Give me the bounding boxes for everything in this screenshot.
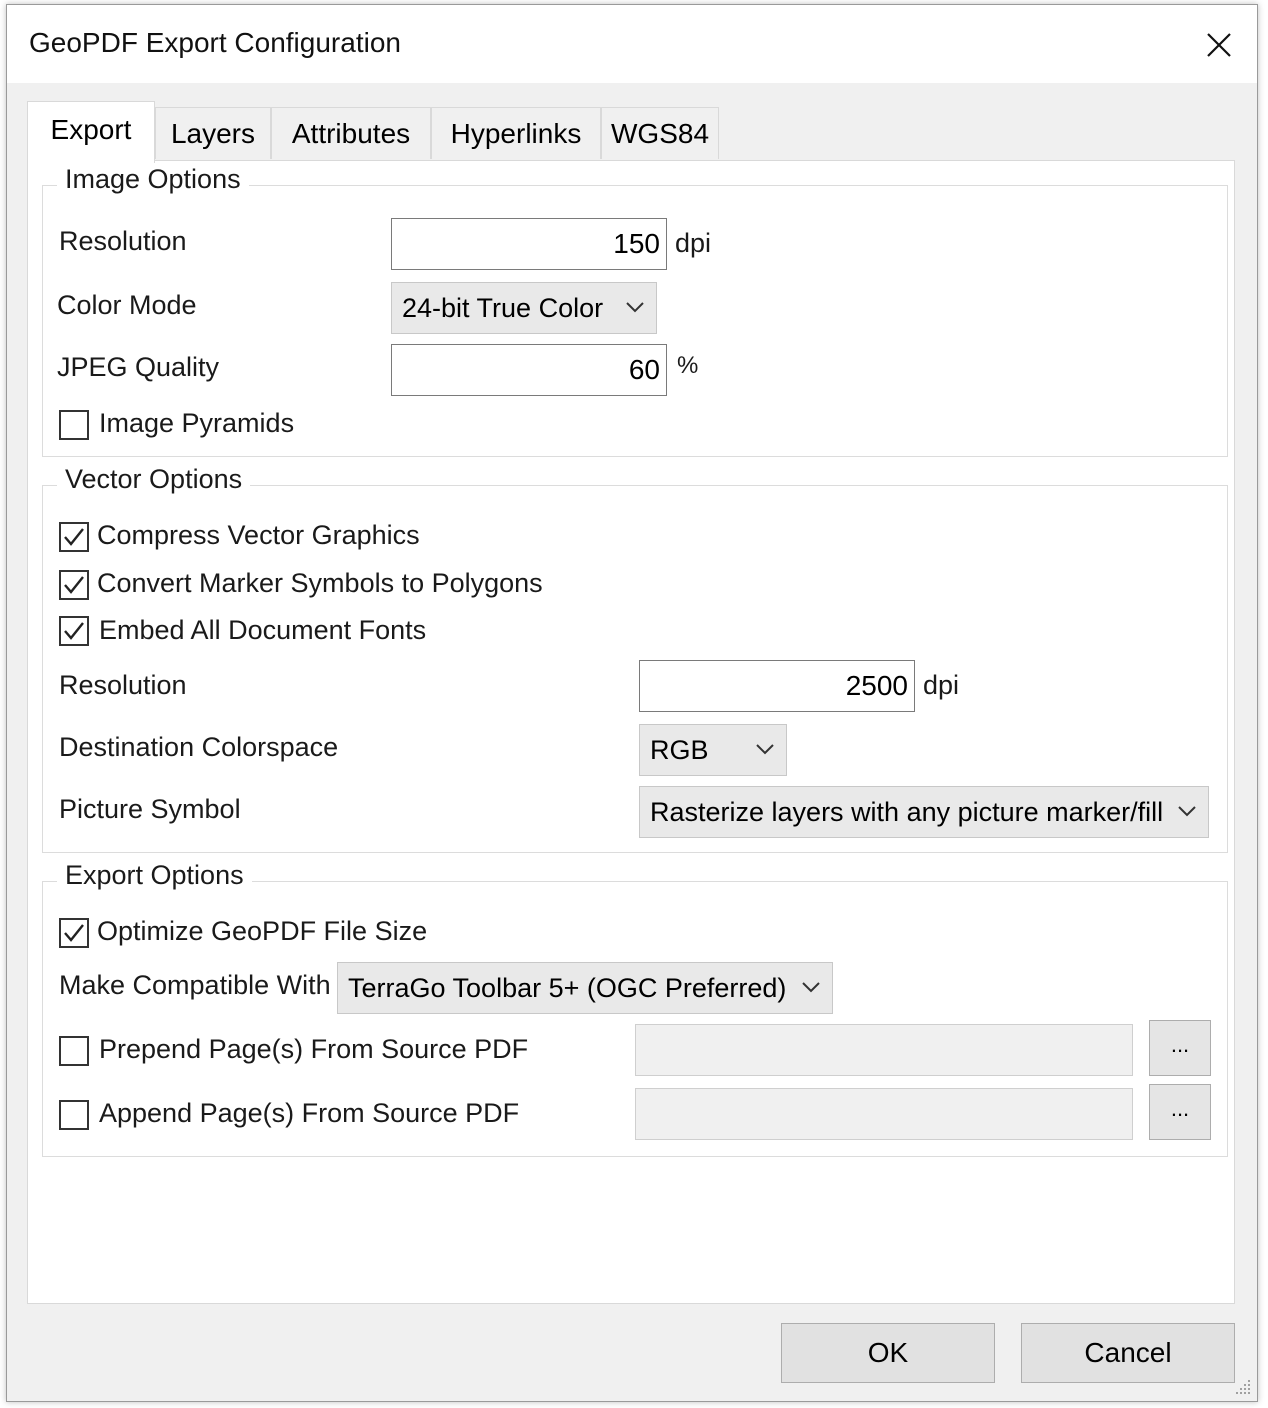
append-pages-label: Append Page(s) From Source PDF — [99, 1098, 520, 1128]
cancel-button[interactable]: Cancel — [1021, 1323, 1235, 1383]
tab-bar: Export Layers Attributes Hyperlinks WGS8… — [27, 101, 1237, 163]
make-compatible-label: Make Compatible With — [59, 970, 331, 1000]
convert-markers-checkbox[interactable] — [59, 570, 89, 600]
picture-symbol-value: Rasterize layers with any picture marker… — [650, 797, 1164, 827]
tab-wgs84[interactable]: WGS84 — [601, 107, 719, 159]
compress-vector-label: Compress Vector Graphics — [97, 520, 420, 550]
prepend-pages-label: Prepend Page(s) From Source PDF — [99, 1034, 529, 1064]
convert-markers-label: Convert Marker Symbols to Polygons — [97, 568, 543, 598]
color-mode-select[interactable]: 24-bit True Color — [391, 282, 657, 334]
make-compatible-value: TerraGo Toolbar 5+ (OGC Preferred) — [348, 973, 787, 1003]
color-mode-value: 24-bit True Color — [402, 293, 604, 323]
colorspace-label: Destination Colorspace — [59, 732, 339, 762]
tab-export[interactable]: Export — [27, 101, 155, 163]
image-options-legend: Image Options — [57, 164, 249, 195]
chevron-down-icon — [802, 982, 820, 993]
window-title: GeoPDF Export Configuration — [29, 27, 401, 58]
image-resolution-input[interactable]: 150 — [391, 218, 667, 270]
chevron-down-icon — [626, 302, 644, 313]
vector-options-legend: Vector Options — [57, 464, 251, 495]
checkmark-icon — [64, 622, 84, 640]
optimize-filesize-checkbox[interactable] — [59, 918, 89, 948]
embed-fonts-checkbox[interactable] — [59, 616, 89, 646]
picture-symbol-select[interactable]: Rasterize layers with any picture marker… — [639, 786, 1209, 838]
checkmark-icon — [64, 528, 84, 546]
export-options-legend: Export Options — [57, 860, 252, 891]
title-bar: GeoPDF Export Configuration — [7, 5, 1257, 83]
colorspace-select[interactable]: RGB — [639, 724, 787, 776]
image-resolution-label: Resolution — [59, 226, 187, 256]
chevron-down-icon — [756, 744, 774, 755]
vector-resolution-input[interactable]: 2500 — [639, 660, 915, 712]
chevron-down-icon — [1178, 806, 1196, 817]
picture-symbol-label: Picture Symbol — [59, 794, 241, 824]
vector-options-group: Vector Options Compress Vector Graphics … — [42, 464, 1228, 853]
export-options-group: Export Options Optimize GeoPDF File Size… — [42, 860, 1228, 1157]
append-pages-checkbox[interactable] — [59, 1100, 89, 1130]
image-options-group: Image Options Resolution 150 dpi Color M… — [42, 164, 1228, 457]
tab-hyperlinks[interactable]: Hyperlinks — [431, 107, 601, 159]
checkmark-icon — [64, 924, 84, 942]
ok-button[interactable]: OK — [781, 1323, 995, 1383]
vector-resolution-label: Resolution — [59, 670, 187, 700]
optimize-filesize-label: Optimize GeoPDF File Size — [97, 916, 428, 946]
append-browse-button[interactable]: ... — [1149, 1084, 1211, 1140]
image-resolution-unit: dpi — [675, 228, 712, 258]
close-icon — [1207, 33, 1231, 57]
color-mode-label: Color Mode — [57, 290, 197, 320]
image-pyramids-checkbox[interactable] — [59, 410, 89, 440]
image-pyramids-label: Image Pyramids — [99, 408, 295, 438]
dialog-window: GeoPDF Export Configuration Export Layer… — [6, 4, 1258, 1402]
resize-grip-icon[interactable] — [1233, 1377, 1253, 1397]
tab-layers[interactable]: Layers — [155, 107, 271, 159]
make-compatible-select[interactable]: TerraGo Toolbar 5+ (OGC Preferred) — [337, 962, 833, 1014]
tab-attributes[interactable]: Attributes — [271, 107, 431, 159]
prepend-pages-checkbox[interactable] — [59, 1036, 89, 1066]
compress-vector-checkbox[interactable] — [59, 522, 89, 552]
embed-fonts-label: Embed All Document Fonts — [99, 615, 427, 645]
jpeg-quality-input[interactable]: 60 — [391, 344, 667, 396]
vector-resolution-unit: dpi — [923, 670, 960, 700]
checkmark-icon — [64, 576, 84, 594]
close-button[interactable] — [1195, 21, 1243, 69]
colorspace-value: RGB — [650, 735, 709, 765]
jpeg-quality-unit: % — [677, 352, 699, 379]
prepend-pages-path-input[interactable] — [635, 1024, 1133, 1076]
prepend-browse-button[interactable]: ... — [1149, 1020, 1211, 1076]
jpeg-quality-label: JPEG Quality — [57, 352, 220, 382]
append-pages-path-input[interactable] — [635, 1088, 1133, 1140]
export-tab-panel: Image Options Resolution 150 dpi Color M… — [27, 160, 1235, 1304]
